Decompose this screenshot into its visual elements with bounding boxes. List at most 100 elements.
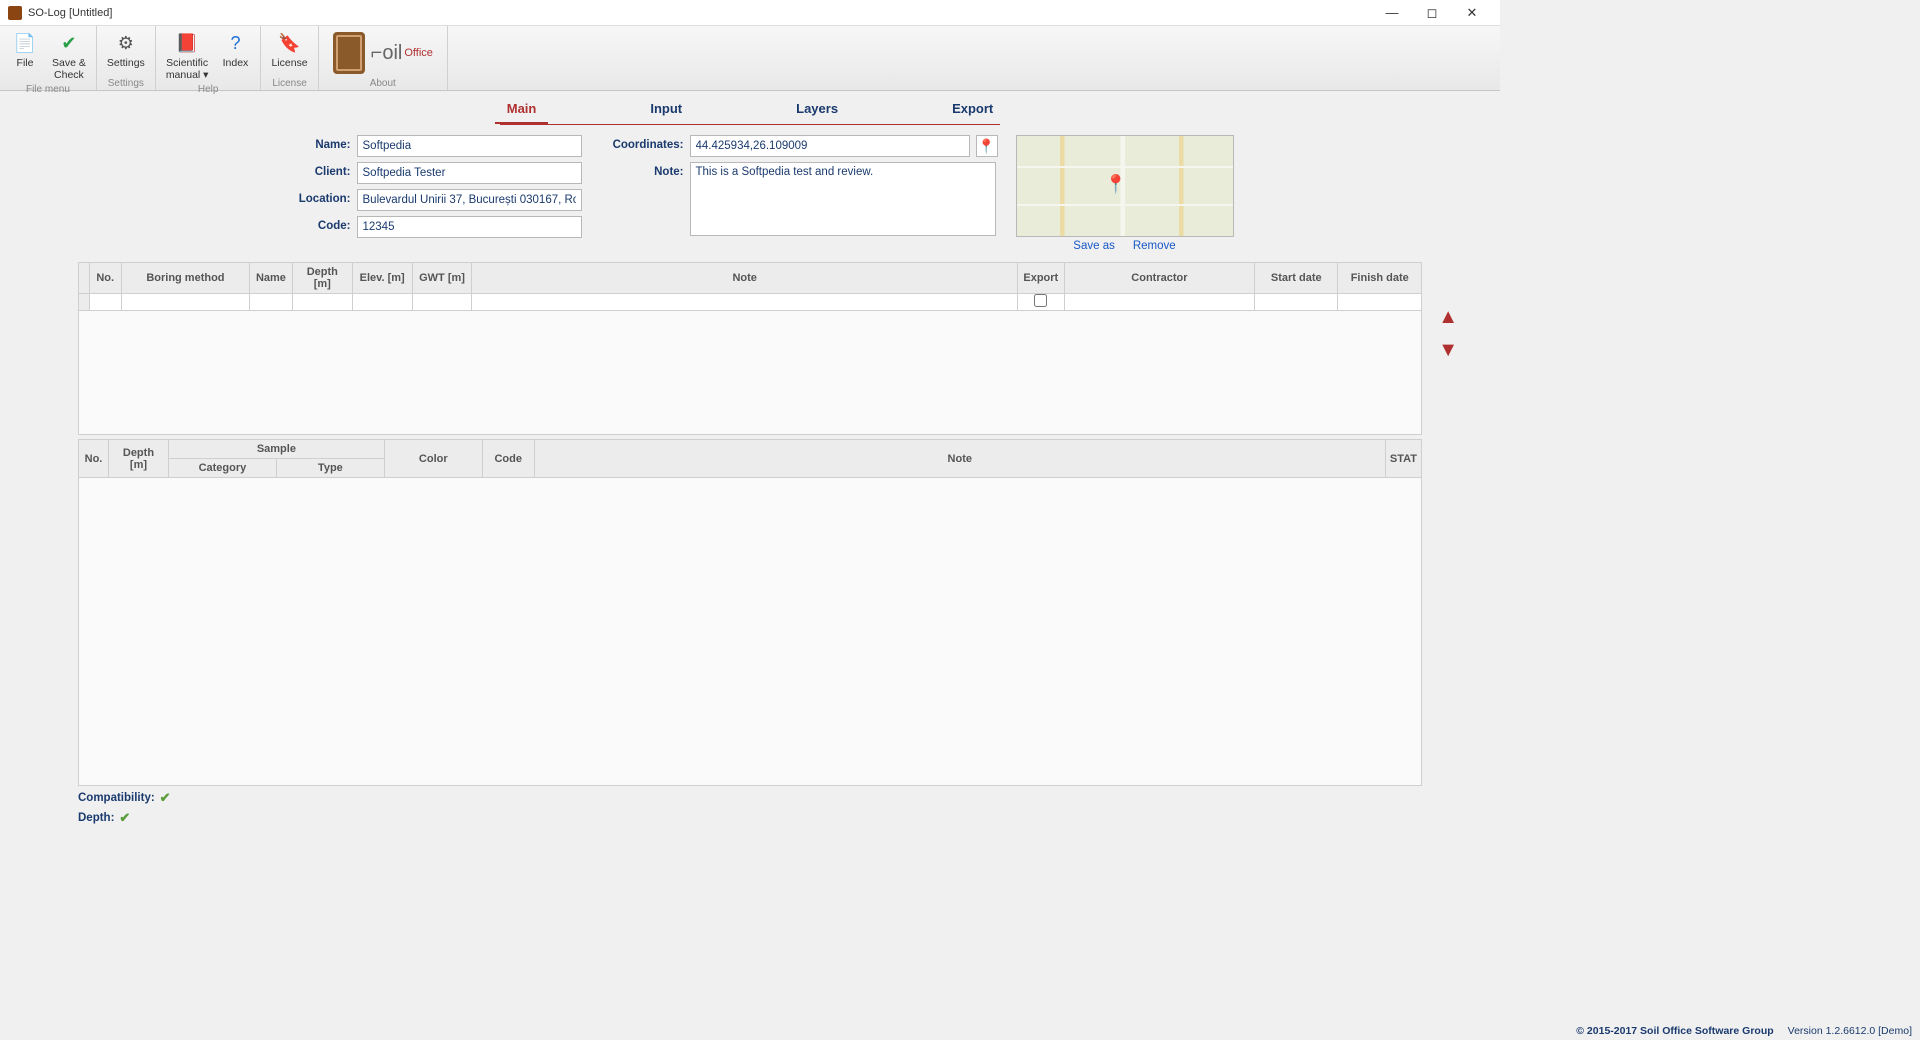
location-label: Location: bbox=[267, 189, 351, 205]
check-icon: ✔ bbox=[119, 810, 130, 826]
row-selector[interactable] bbox=[79, 294, 90, 311]
map-save-as-link[interactable]: Save as bbox=[1073, 240, 1115, 252]
note-label: Note: bbox=[600, 162, 684, 178]
col-header[interactable]: Name bbox=[250, 263, 293, 294]
move-up-button[interactable]: ▲ bbox=[1438, 306, 1458, 329]
save-check-icon: ✔ bbox=[57, 31, 81, 55]
col-header[interactable]: No. bbox=[79, 440, 109, 478]
col-header[interactable]: Type bbox=[276, 459, 384, 478]
table-cell[interactable] bbox=[1017, 294, 1064, 311]
table-cell[interactable] bbox=[1064, 294, 1254, 311]
col-header[interactable]: GWT [m] bbox=[412, 263, 472, 294]
location-field[interactable] bbox=[357, 189, 582, 211]
col-header[interactable]: Finish date bbox=[1338, 263, 1422, 294]
brand-logo: ⌐oilOffice bbox=[323, 28, 443, 78]
compatibility-status: Compatibility:✔ bbox=[78, 790, 1422, 806]
index-icon: ? bbox=[223, 31, 247, 55]
table-cell[interactable] bbox=[1338, 294, 1422, 311]
ribbon: 📄File✔Save &CheckFile menu⚙SettingsSetti… bbox=[0, 26, 1500, 91]
ribbon-btn-label: File bbox=[17, 57, 34, 69]
col-header[interactable]: Contractor bbox=[1064, 263, 1254, 294]
maximize-button[interactable]: ◻ bbox=[1412, 0, 1452, 26]
name-field[interactable] bbox=[357, 135, 582, 157]
settings-button[interactable]: ⚙ Settings bbox=[101, 28, 151, 78]
col-header[interactable]: STAT bbox=[1385, 440, 1421, 478]
export-checkbox[interactable] bbox=[1034, 294, 1047, 307]
ribbon-group-label: Settings bbox=[108, 78, 144, 90]
map-marker-icon: 📍 bbox=[1105, 174, 1127, 195]
code-label: Code: bbox=[267, 216, 351, 232]
ribbon-btn-label: Settings bbox=[107, 57, 145, 69]
table-cell[interactable] bbox=[292, 294, 352, 311]
table-cell[interactable] bbox=[89, 294, 121, 311]
ribbon-btn-label: Save &Check bbox=[52, 57, 86, 81]
col-header[interactable]: Depth [m] bbox=[292, 263, 352, 294]
col-header[interactable]: Start date bbox=[1255, 263, 1338, 294]
sci-manual-button[interactable]: 📕Scientificmanual ▾ bbox=[160, 28, 215, 84]
sample-table-body[interactable] bbox=[78, 478, 1422, 786]
license-button[interactable]: 🔖 License bbox=[265, 28, 313, 78]
tab-layers[interactable]: Layers bbox=[784, 97, 850, 124]
name-label: Name: bbox=[267, 135, 351, 151]
ribbon-group-label: About bbox=[370, 78, 396, 90]
boring-table: No.Boring methodNameDepth [m]Elev. [m]GW… bbox=[78, 262, 1422, 435]
col-header[interactable]: Code bbox=[482, 440, 534, 478]
file-icon: 📄 bbox=[13, 31, 37, 55]
index-button[interactable]: ? Index bbox=[214, 28, 256, 84]
col-header[interactable]: Note bbox=[534, 440, 1385, 478]
boring-table-body[interactable] bbox=[78, 311, 1422, 435]
move-down-button[interactable]: ▼ bbox=[1438, 339, 1458, 362]
copyright-text: © 2015-2017 Soil Office Software Group bbox=[1576, 1025, 1773, 1037]
minimize-button[interactable]: — bbox=[1372, 0, 1412, 26]
table-cell[interactable] bbox=[472, 294, 1017, 311]
tabs: Main Input Layers Export bbox=[0, 97, 1500, 124]
tab-export[interactable]: Export bbox=[940, 97, 1005, 124]
window-title: SO-Log [Untitled] bbox=[28, 7, 1372, 19]
form-area: Name: Client: Location: Code: Coordinate… bbox=[0, 125, 1500, 258]
spiral-icon bbox=[333, 32, 365, 74]
sci-manual-icon: 📕 bbox=[175, 31, 199, 55]
client-field[interactable] bbox=[357, 162, 582, 184]
map-remove-link[interactable]: Remove bbox=[1133, 240, 1176, 252]
col-header[interactable]: Color bbox=[384, 440, 482, 478]
table-cell[interactable] bbox=[412, 294, 472, 311]
ribbon-btn-label: Scientificmanual ▾ bbox=[166, 57, 209, 81]
app-icon bbox=[8, 6, 22, 20]
col-header[interactable]: Sample bbox=[168, 440, 384, 459]
status-bar: © 2015-2017 Soil Office Software Group V… bbox=[0, 1022, 1920, 1040]
client-label: Client: bbox=[267, 162, 351, 178]
check-icon: ✔ bbox=[160, 790, 171, 806]
version-text: Version 1.2.6612.0 [Demo] bbox=[1788, 1025, 1912, 1037]
col-header[interactable]: Note bbox=[472, 263, 1017, 294]
save-check-button[interactable]: ✔Save &Check bbox=[46, 28, 92, 84]
col-header[interactable]: Boring method bbox=[121, 263, 249, 294]
ribbon-btn-label: License bbox=[271, 57, 307, 69]
code-field[interactable] bbox=[357, 216, 582, 238]
col-header[interactable]: No. bbox=[89, 263, 121, 294]
col-header[interactable]: Depth [m] bbox=[108, 440, 168, 478]
ribbon-btn-label: Index bbox=[223, 57, 249, 69]
table-cell[interactable] bbox=[250, 294, 293, 311]
settings-icon: ⚙ bbox=[114, 31, 138, 55]
map-preview[interactable]: 📍 bbox=[1016, 135, 1234, 237]
col-header[interactable]: Category bbox=[168, 459, 276, 478]
table-cell[interactable] bbox=[1255, 294, 1338, 311]
tab-input[interactable]: Input bbox=[638, 97, 694, 124]
map-pin-button[interactable]: 📍 bbox=[976, 135, 998, 157]
table-cell[interactable] bbox=[352, 294, 412, 311]
note-field[interactable] bbox=[690, 162, 996, 236]
sample-table: No.Depth [m]SampleColorCodeNoteSTAT Cate… bbox=[78, 439, 1422, 786]
coordinates-field[interactable] bbox=[690, 135, 970, 157]
close-button[interactable]: ✕ bbox=[1452, 0, 1492, 26]
file-button[interactable]: 📄 File bbox=[4, 28, 46, 84]
license-icon: 🔖 bbox=[278, 31, 302, 55]
col-header[interactable]: Elev. [m] bbox=[352, 263, 412, 294]
table-cell[interactable] bbox=[121, 294, 249, 311]
depth-status: Depth:✔ bbox=[78, 810, 1422, 826]
coordinates-label: Coordinates: bbox=[600, 135, 684, 151]
col-header[interactable]: Export bbox=[1017, 263, 1064, 294]
ribbon-group-label: Help bbox=[198, 84, 219, 96]
ribbon-group-label: License bbox=[272, 78, 306, 90]
ribbon-group-label: File menu bbox=[26, 84, 70, 96]
tab-main[interactable]: Main bbox=[495, 97, 549, 124]
